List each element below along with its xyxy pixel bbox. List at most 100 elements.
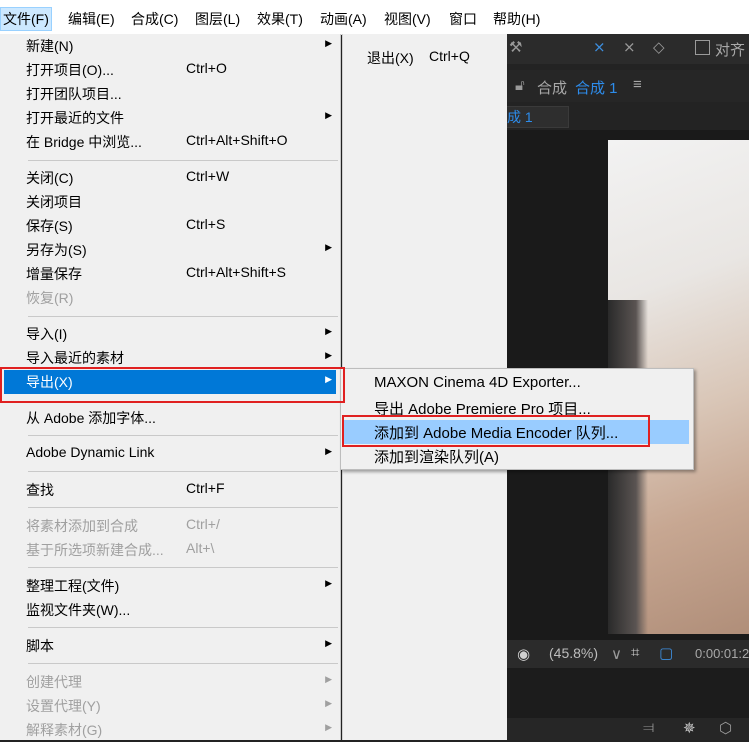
viewer-controls: ◉ (45.8%) ∨ ⌗ ▢ 0:00:01:2	[505, 640, 749, 668]
menu-edit[interactable]: 编辑(E)	[68, 8, 115, 30]
lock-icon[interactable]: 🔓︎	[515, 77, 525, 94]
menu-item-c4d-exporter[interactable]: MAXON Cinema 4D Exporter...	[343, 372, 689, 396]
axis-view-icon[interactable]: ◇	[653, 38, 665, 56]
menu-layer[interactable]: 图层(L)	[195, 8, 240, 30]
menu-item-shortcut: Ctrl+F	[186, 480, 225, 496]
submenu-arrow-icon: ▶	[325, 722, 332, 732]
menu-item-label: 将素材添加到合成	[26, 518, 138, 534]
menu-file[interactable]: 文件(F)	[0, 7, 52, 31]
menu-item-label: 整理工程(文件)	[26, 578, 120, 594]
menu-item-shortcut: Ctrl+/	[186, 516, 220, 532]
zoom-value[interactable]: (45.8%)	[549, 645, 598, 661]
menu-item-open-team-project[interactable]: 打开团队项目...	[4, 82, 336, 106]
menu-item-exit[interactable]: 退出(X) Ctrl+Q	[345, 46, 503, 70]
menu-item-import[interactable]: 导入(I) ▶	[4, 322, 336, 346]
menu-item-add-footage-to-comp: 将素材添加到合成 Ctrl+/	[4, 514, 336, 538]
comp-panel-header: 🔓︎ 合成 合成 1 ≡	[505, 70, 749, 102]
menu-item-save[interactable]: 保存(S) Ctrl+S	[4, 214, 336, 238]
panel-menu-icon[interactable]: ≡	[633, 76, 642, 93]
comp-tab-bar: 成 1	[505, 102, 749, 130]
menu-item-shortcut: Ctrl+Alt+Shift+S	[186, 264, 286, 280]
menu-item-close[interactable]: 关闭(C) Ctrl+W	[4, 166, 336, 190]
menu-composition[interactable]: 合成(C)	[131, 8, 178, 30]
menu-item-dependencies[interactable]: 整理工程(文件) ▶	[4, 574, 336, 598]
timecode[interactable]: 0:00:01:2	[695, 646, 749, 661]
submenu-arrow-icon: ▶	[325, 578, 332, 588]
menu-item-shortcut: Ctrl+S	[186, 216, 226, 232]
menu-item-browse-bridge[interactable]: 在 Bridge 中浏览... Ctrl+Alt+Shift+O	[4, 130, 336, 154]
menu-item-create-proxy: 创建代理 ▶	[4, 670, 336, 694]
comp-tab[interactable]: 成 1	[507, 107, 533, 127]
menu-item-label: 另存为(S)	[26, 242, 87, 258]
menu-item-dynamic-link[interactable]: Adobe Dynamic Link ▶	[4, 442, 336, 466]
grid-icon[interactable]: ⌗	[631, 644, 639, 661]
menu-item-scripts[interactable]: 脚本 ▶	[4, 634, 336, 658]
menu-item-add-fonts[interactable]: 从 Adobe 添加字体...	[4, 406, 336, 430]
menu-separator	[28, 316, 338, 317]
menu-separator	[28, 471, 338, 472]
menu-item-new[interactable]: 新建(N) ▶	[4, 34, 336, 58]
menu-separator	[28, 160, 338, 161]
submenu-arrow-icon: ▶	[325, 698, 332, 708]
comp-panel-name[interactable]: 合成 1	[575, 77, 618, 98]
menu-item-label: 新建(N)	[26, 38, 74, 54]
menu-item-label: 关闭项目	[26, 194, 82, 210]
axis-local-icon[interactable]: ⨯	[593, 38, 606, 56]
submenu-arrow-icon: ▶	[325, 674, 332, 684]
menu-item-shortcut: Alt+\	[186, 540, 215, 556]
axis-world-icon[interactable]: ⨯	[623, 38, 636, 56]
align-label: 对齐	[715, 42, 746, 59]
menu-separator	[28, 435, 338, 436]
menu-item-exit-shortcut: Ctrl+Q	[429, 48, 470, 64]
chevron-down-icon[interactable]: ∨	[611, 645, 622, 663]
menu-item-label: 打开团队项目...	[26, 86, 122, 102]
menu-item-open-recent[interactable]: 打开最近的文件 ▶	[4, 106, 336, 130]
menu-item-label: 从 Adobe 添加字体...	[26, 410, 156, 426]
mask-icon[interactable]: ◉	[517, 645, 530, 663]
menu-separator	[28, 663, 338, 664]
menu-window[interactable]: 窗口	[449, 8, 477, 30]
align-checkbox[interactable]	[695, 40, 710, 55]
ae-toolbar: ⚒ ⨯ ⨯ ◇ 对齐	[505, 34, 749, 64]
menu-item-label: 打开项目(O)...	[26, 62, 114, 78]
submenu-arrow-icon: ▶	[325, 38, 332, 48]
flowchart-icon[interactable]: ⫤	[643, 719, 654, 736]
menu-item-label: 保存(S)	[26, 218, 73, 234]
menu-item-label: 导入(I)	[26, 326, 68, 342]
menu-animation[interactable]: 动画(A)	[320, 8, 367, 30]
menu-separator	[28, 567, 338, 568]
submenu-arrow-icon: ▶	[325, 242, 332, 252]
light-icon[interactable]: ✵	[683, 719, 696, 737]
menu-item-new-comp-from-selection: 基于所选项新建合成... Alt+\	[4, 538, 336, 562]
menu-item-find[interactable]: 查找 Ctrl+F	[4, 478, 336, 502]
menu-item-label: 打开最近的文件	[26, 110, 124, 126]
menu-item-watch-folder[interactable]: 监视文件夹(W)...	[4, 598, 336, 622]
menu-item-open-project[interactable]: 打开项目(O)... Ctrl+O	[4, 58, 336, 82]
menu-effect[interactable]: 效果(T)	[257, 8, 303, 30]
menu-item-label: Adobe Dynamic Link	[26, 444, 155, 460]
annotation-box-media-encoder	[342, 415, 650, 447]
menu-item-interpret-footage: 解释素材(G) ▶	[4, 718, 336, 742]
menu-item-label: 在 Bridge 中浏览...	[26, 134, 142, 150]
menu-item-add-render-queue[interactable]: 添加到渲染队列(A)	[343, 444, 689, 468]
menu-item-save-as[interactable]: 另存为(S) ▶	[4, 238, 336, 262]
region-icon[interactable]: ▢	[659, 644, 673, 662]
menu-item-shortcut: Ctrl+O	[186, 60, 227, 76]
submenu-arrow-icon: ▶	[325, 350, 332, 360]
menu-separator	[28, 507, 338, 508]
cube-icon[interactable]: ⬡	[719, 719, 732, 737]
menu-view[interactable]: 视图(V)	[384, 8, 431, 30]
submenu-arrow-icon: ▶	[325, 110, 332, 120]
menu-item-label: 脚本	[26, 638, 54, 654]
menu-item-label: 增量保存	[26, 266, 82, 282]
menu-item-label: 创建代理	[26, 674, 82, 690]
menu-item-label: 添加到渲染队列(A)	[374, 449, 499, 466]
menu-item-close-project[interactable]: 关闭项目	[4, 190, 336, 214]
timeline-toolbar: ⫤ ✵ ⬡	[505, 718, 749, 740]
menu-item-label: 基于所选项新建合成...	[26, 542, 164, 558]
menu-item-label: 设置代理(Y)	[26, 698, 101, 714]
menu-item-incremental-save[interactable]: 增量保存 Ctrl+Alt+Shift+S	[4, 262, 336, 286]
menu-item-label: 查找	[26, 482, 54, 498]
menu-help[interactable]: 帮助(H)	[493, 8, 540, 30]
pin-icon[interactable]: ⚒	[509, 38, 522, 56]
